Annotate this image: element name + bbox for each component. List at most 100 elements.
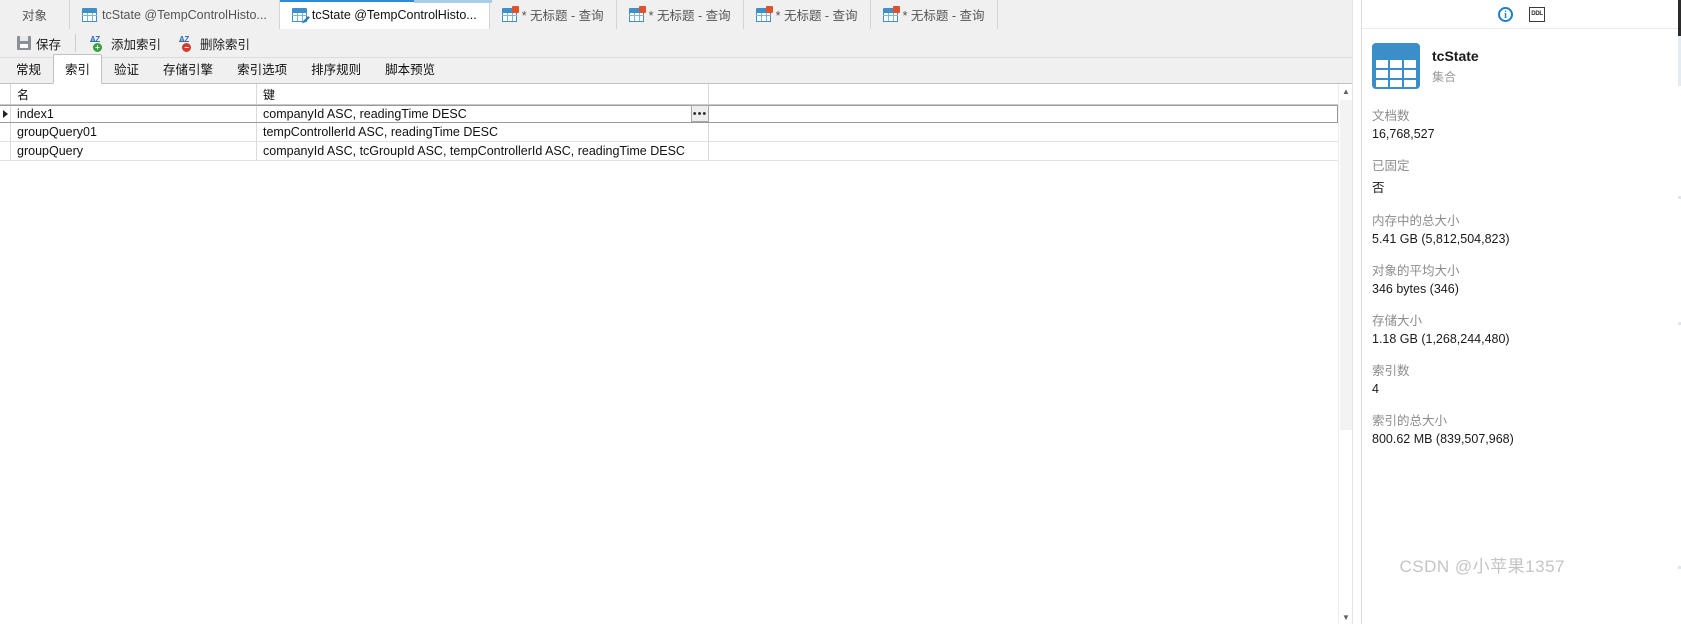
- index-key-editor-button[interactable]: •••: [691, 105, 709, 122]
- tab-script-preview[interactable]: 脚本预览: [373, 54, 447, 83]
- stat-label: 对象的平均大小: [1372, 264, 1460, 278]
- stat-label: 已固定: [1372, 159, 1410, 173]
- tab-storage-engine[interactable]: 存储引擎: [151, 54, 225, 83]
- tab-label: tcState @TempControlHisto...: [102, 7, 267, 22]
- toolbar-separator: [75, 34, 77, 52]
- delete-index-label: 删除索引: [200, 37, 251, 52]
- object-info-panel: i DDL tcState 集合 文档数 16,768,527 已固定 否 内存…: [1361, 0, 1681, 624]
- stat-index-count: 索引数 4: [1372, 360, 1681, 396]
- tab-indexes-label: 索引: [65, 63, 91, 77]
- stat-label: 存储大小: [1372, 314, 1423, 328]
- column-header-key[interactable]: 键: [257, 84, 709, 104]
- tab-script-preview-label: 脚本预览: [385, 63, 436, 77]
- tab-general-label: 常规: [16, 63, 42, 77]
- watermark: CSDN @小苹果1357: [1399, 557, 1565, 576]
- stat-label: 索引数: [1372, 364, 1410, 378]
- grid-edit-icon: [291, 7, 310, 24]
- index-name-cell[interactable]: index1: [11, 106, 257, 122]
- scroll-down-icon[interactable]: ▼: [1339, 610, 1353, 624]
- window-tab-bar: 对象 tcState @TempControlHisto... tcState …: [0, 0, 1362, 30]
- add-index-button[interactable]: AZ + 添加索引: [81, 32, 170, 55]
- index-key-cell[interactable]: tempControllerId ASC, readingTime DESC: [257, 123, 709, 141]
- tab-query-1[interactable]: * 无标题 - 查询: [489, 0, 617, 29]
- add-index-label: 添加索引: [111, 37, 162, 52]
- object-title-block: tcState 集合: [1362, 29, 1681, 89]
- tab-collation[interactable]: 排序规则: [299, 54, 373, 83]
- query-icon: [882, 5, 900, 22]
- stat-value: 5.41 GB (5,812,504,823): [1372, 232, 1510, 246]
- index-name-cell[interactable]: groupQuery: [11, 142, 257, 160]
- tab-label: * 无标题 - 查询: [902, 9, 985, 23]
- tab-query-3[interactable]: * 无标题 - 查询: [743, 0, 871, 29]
- tab-label: * 无标题 - 查询: [775, 9, 858, 23]
- object-type: 集合: [1432, 69, 1457, 84]
- query-icon: [628, 5, 646, 22]
- tab-index-options[interactable]: 索引选项: [225, 54, 299, 83]
- row-marker: [0, 123, 11, 141]
- tab-label: tcState @TempControlHisto...: [311, 7, 477, 22]
- collection-icon: [1372, 43, 1420, 89]
- save-icon: [17, 36, 31, 50]
- scrollbar-thumb[interactable]: [1340, 100, 1352, 430]
- row-marker-header: [0, 84, 11, 104]
- index-name-cell[interactable]: groupQuery01: [11, 123, 257, 141]
- stat-value: 否: [1372, 181, 1385, 195]
- tab-validation-label: 验证: [114, 63, 140, 77]
- designer-subtab-bar: 常规 索引 验证 存储引擎 索引选项 排序规则 脚本预览: [0, 54, 1362, 84]
- table-row[interactable]: groupQuery01 tempControllerId ASC, readi…: [0, 123, 1338, 142]
- stat-value: 346 bytes (346): [1372, 282, 1459, 296]
- row-marker: [0, 106, 11, 122]
- table-row[interactable]: index1 companyId ASC, readingTime DESC: [0, 105, 1338, 123]
- object-stats-list: 文档数 16,768,527 已固定 否 内存中的总大小 5.41 GB (5,…: [1362, 89, 1681, 446]
- tab-label: * 无标题 - 查询: [521, 9, 604, 23]
- scroll-up-icon[interactable]: ▲: [1339, 84, 1353, 98]
- stat-value: 1.18 GB (1,268,244,480): [1372, 332, 1510, 346]
- stat-document-count: 文档数 16,768,527: [1372, 105, 1681, 141]
- grid-vertical-scrollbar[interactable]: ▲ ▼: [1338, 84, 1353, 624]
- save-button[interactable]: 保存: [8, 32, 70, 55]
- tab-tcstate-designer[interactable]: tcState @TempControlHisto...: [279, 0, 490, 30]
- tab-collation-label: 排序规则: [311, 63, 362, 77]
- stat-label: 索引的总大小: [1372, 414, 1448, 428]
- tab-query-2[interactable]: * 无标题 - 查询: [616, 0, 744, 29]
- stat-total-in-memory-size: 内存中的总大小 5.41 GB (5,812,504,823): [1372, 210, 1681, 246]
- stat-label: 文档数: [1372, 109, 1410, 123]
- delete-index-button[interactable]: AZ − 删除索引: [170, 32, 259, 55]
- stat-value: 16,768,527: [1372, 127, 1435, 141]
- stat-storage-size: 存储大小 1.18 GB (1,268,244,480): [1372, 310, 1681, 346]
- ddl-icon[interactable]: DDL: [1529, 6, 1545, 22]
- info-icon[interactable]: i: [1498, 6, 1513, 22]
- save-label: 保存: [36, 37, 62, 52]
- tab-index-options-label: 索引选项: [237, 63, 288, 77]
- query-icon: [501, 5, 519, 22]
- stat-average-object-size: 对象的平均大小 346 bytes (346): [1372, 260, 1681, 296]
- info-panel-toolbar: i DDL: [1362, 0, 1681, 29]
- tab-objects[interactable]: 对象: [0, 0, 71, 29]
- stat-value: 4: [1372, 382, 1379, 396]
- tab-validation[interactable]: 验证: [102, 54, 151, 83]
- index-key-cell[interactable]: companyId ASC, readingTime DESC: [257, 106, 709, 122]
- tab-storage-engine-label: 存储引擎: [163, 63, 214, 77]
- stat-total-index-size: 索引的总大小 800.62 MB (839,507,968): [1372, 410, 1681, 446]
- row-marker: [0, 142, 11, 160]
- sort-delete-icon: AZ −: [179, 35, 195, 52]
- sort-add-icon: AZ +: [90, 35, 106, 52]
- tab-indexes[interactable]: 索引: [53, 54, 103, 84]
- index-grid: 名 键 index1 companyId ASC, readingTime DE…: [0, 84, 1338, 624]
- query-icon: [755, 5, 773, 22]
- grid-icon: [82, 7, 98, 22]
- stat-value: 800.62 MB (839,507,968): [1372, 432, 1514, 446]
- table-row[interactable]: groupQuery companyId ASC, tcGroupId ASC,…: [0, 142, 1338, 161]
- active-tab-indicator: [414, 0, 492, 3]
- column-header-name[interactable]: 名: [11, 84, 257, 104]
- tab-general[interactable]: 常规: [4, 54, 53, 83]
- object-name: tcState: [1432, 47, 1479, 64]
- tab-tcstate-table[interactable]: tcState @TempControlHisto...: [70, 0, 280, 29]
- stat-capped: 已固定 否: [1372, 155, 1681, 196]
- tab-label: 对象: [22, 9, 48, 23]
- tab-label: * 无标题 - 查询: [648, 9, 731, 23]
- tab-query-4[interactable]: * 无标题 - 查询: [870, 0, 998, 29]
- index-key-cell[interactable]: companyId ASC, tcGroupId ASC, tempContro…: [257, 142, 709, 160]
- index-grid-header: 名 键: [0, 84, 1338, 105]
- stat-label: 内存中的总大小: [1372, 214, 1460, 228]
